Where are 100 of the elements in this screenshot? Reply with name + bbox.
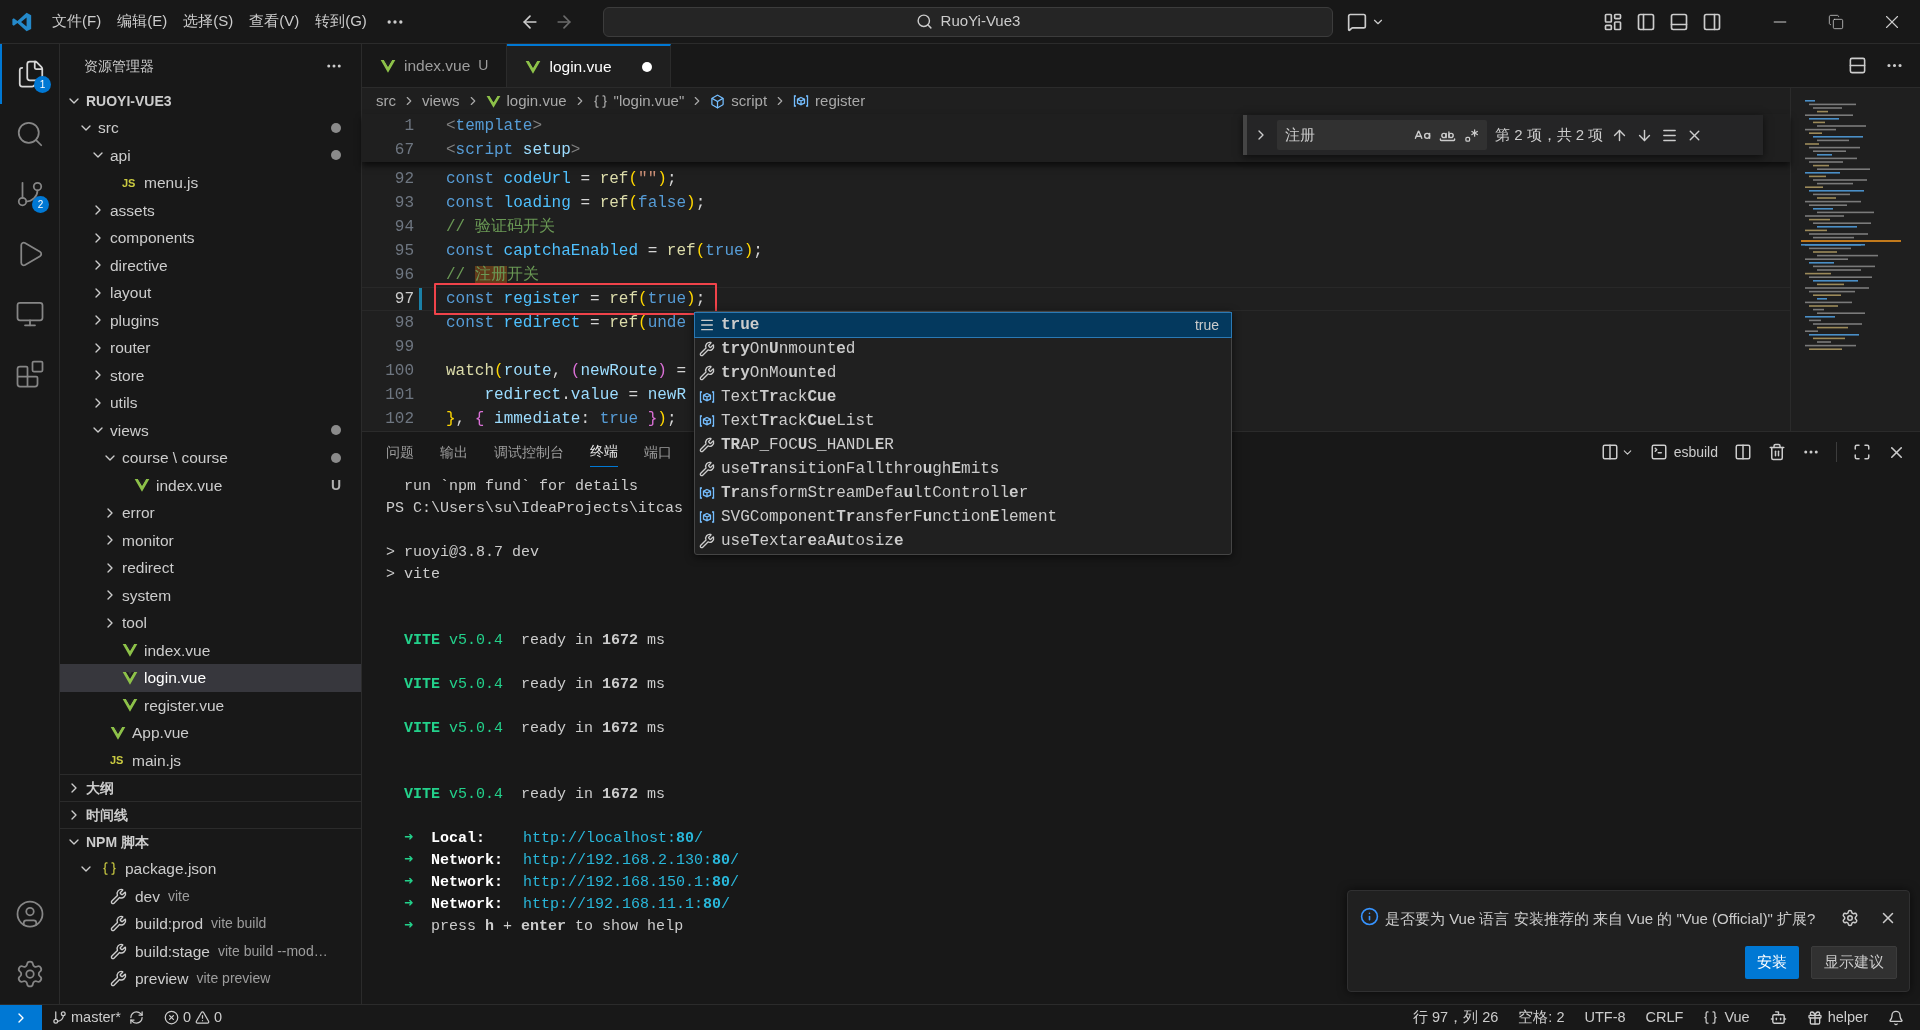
suggestion-item[interactable]: tryOnUnmounted: [695, 337, 1231, 361]
status-item[interactable]: 行 97，列 26: [1413, 1006, 1499, 1029]
account-status[interactable]: helper: [1806, 1006, 1868, 1029]
menu-item[interactable]: 文件(F): [44, 10, 110, 33]
layout-icon[interactable]: [1603, 11, 1623, 32]
panel-tab[interactable]: 调试控制台: [494, 437, 564, 467]
panel-bottom-icon[interactable]: [1669, 11, 1689, 32]
vue-file-icon: [134, 477, 150, 494]
suggestion-item[interactable]: true true: [695, 313, 1231, 337]
suggestion-item[interactable]: useTextareaAutosize: [695, 529, 1231, 553]
terminal-line: ➜ Network: http://192.168.11.1:80/: [404, 895, 731, 915]
suggestion-item[interactable]: TransformStreamDefaultController: [695, 481, 1231, 505]
files-icon[interactable]: [16, 59, 46, 89]
bell-icon[interactable]: [1888, 1009, 1904, 1026]
settings-icon[interactable]: [1841, 909, 1859, 927]
panel-tab[interactable]: 问题: [386, 437, 414, 467]
chat-icon[interactable]: [1347, 11, 1367, 32]
suggestion-item[interactable]: useTransitionFallthroughEmits: [695, 457, 1231, 481]
suggestion-item[interactable]: SVGComponentTransferFunctionElement: [695, 505, 1231, 529]
suggestion-item[interactable]: TextTrackCueList: [695, 409, 1231, 433]
section-header[interactable]: RUOYI-VUE3: [60, 88, 361, 114]
tree-item[interactable]: api: [60, 141, 361, 169]
tree-item[interactable]: directive: [60, 251, 361, 279]
tree-item[interactable]: register.vue: [60, 691, 361, 719]
tree-item[interactable]: router: [60, 334, 361, 362]
line-number: 67: [393, 140, 414, 161]
panel-tab[interactable]: 输出: [440, 437, 468, 467]
status-item[interactable]: 空格: 2: [1518, 1006, 1565, 1029]
breadcrumb-item[interactable]: "login.vue": [613, 89, 685, 113]
tree-item[interactable]: src: [60, 114, 361, 142]
suggestion-item[interactable]: TextTrackCue: [695, 385, 1231, 409]
npm-script-item[interactable]: dev vite: [60, 882, 361, 910]
tree-item[interactable]: course \ course: [60, 444, 361, 472]
breadcrumb-item[interactable]: login.vue: [506, 89, 567, 113]
find-input[interactable]: 注册: [1277, 120, 1487, 150]
wrench-icon: [110, 942, 127, 960]
tree-item[interactable]: error: [60, 499, 361, 527]
menu-item[interactable]: 转到(G): [307, 10, 375, 33]
problems-status[interactable]: 0 0: [163, 1006, 223, 1029]
wrench-icon: [699, 437, 715, 453]
tree-item[interactable]: index.vue U: [60, 471, 361, 499]
tree-item[interactable]: assets: [60, 196, 361, 224]
breadcrumb-item[interactable]: src: [376, 89, 396, 113]
tree-item[interactable]: JS menu.js: [60, 169, 361, 197]
tree-item[interactable]: App.vue: [60, 719, 361, 747]
tree-item[interactable]: store: [60, 361, 361, 389]
tree-item[interactable]: redirect: [60, 554, 361, 582]
monitor-icon[interactable]: [15, 299, 45, 329]
tree-item[interactable]: index.vue: [60, 636, 361, 664]
branch-icon[interactable]: [15, 179, 45, 209]
restore-icon[interactable]: [1828, 13, 1844, 30]
section-header[interactable]: 大纲: [60, 774, 361, 801]
tree-item[interactable]: system: [60, 581, 361, 609]
status-item[interactable]: CRLF: [1645, 1006, 1684, 1029]
suggestion-item[interactable]: tryOnMounted: [695, 361, 1231, 385]
language-status[interactable]: Vue: [1703, 1006, 1750, 1029]
tree-item[interactable]: JS main.js: [60, 746, 361, 774]
branch-status[interactable]: master*: [52, 1006, 121, 1029]
notification-button[interactable]: 显示建议: [1811, 946, 1897, 979]
tree-item[interactable]: views: [60, 416, 361, 444]
split-icon[interactable]: [1734, 443, 1752, 461]
tree-item[interactable]: plugins: [60, 306, 361, 334]
blocks-icon[interactable]: [15, 359, 45, 389]
terminal-selector[interactable]: esbuild: [1649, 441, 1718, 463]
suggestion-item[interactable]: TRAP_FOCUS_HANDLER: [695, 433, 1231, 457]
breadcrumb-item[interactable]: views: [422, 89, 460, 113]
panel-left-icon[interactable]: [1636, 11, 1656, 32]
menu-item[interactable]: 选择(S): [175, 10, 242, 33]
npm-script-item[interactable]: preview vite preview: [60, 965, 361, 993]
panel-tab[interactable]: 端口: [644, 437, 672, 467]
breadcrumb-item[interactable]: script: [731, 89, 768, 113]
account-icon[interactable]: [15, 899, 45, 929]
editor-tab[interactable]: login.vue: [507, 44, 671, 87]
search-field[interactable]: RuoYi-Vue3: [603, 6, 1333, 37]
tree-item[interactable]: tool: [60, 609, 361, 637]
tree-item[interactable]: layout: [60, 279, 361, 307]
regex-icon[interactable]: [1464, 127, 1479, 143]
tree-item[interactable]: login.vue: [60, 664, 361, 692]
split-editor-icon[interactable]: [1848, 56, 1867, 75]
notification-button[interactable]: 安装: [1745, 946, 1799, 979]
maximize-icon[interactable]: [1853, 443, 1871, 461]
tree-item[interactable]: package.json: [60, 855, 361, 883]
panel-tab[interactable]: 终端: [590, 437, 618, 467]
split-terminal-icon[interactable]: [1600, 443, 1619, 461]
search-icon[interactable]: [15, 119, 45, 149]
status-item[interactable]: UTF-8: [1584, 1006, 1626, 1029]
tree-item[interactable]: utils: [60, 389, 361, 417]
tree-item[interactable]: monitor: [60, 526, 361, 554]
section-header[interactable]: NPM 脚本: [60, 828, 361, 855]
breadcrumb-item[interactable]: register: [815, 89, 866, 113]
panel-right-icon[interactable]: [1702, 11, 1722, 32]
tree-item[interactable]: components: [60, 224, 361, 252]
settings-icon[interactable]: [15, 959, 45, 989]
section-header[interactable]: 时间线: [60, 801, 361, 828]
sync-icon[interactable]: [128, 1010, 144, 1025]
npm-script-item[interactable]: build:prod vite build: [60, 910, 361, 938]
menu-item[interactable]: 编辑(E): [109, 10, 176, 33]
trash-icon[interactable]: [1768, 443, 1786, 461]
menu-item[interactable]: 查看(V): [241, 10, 308, 33]
npm-script-item[interactable]: build:stage vite build --mod…: [60, 937, 361, 965]
